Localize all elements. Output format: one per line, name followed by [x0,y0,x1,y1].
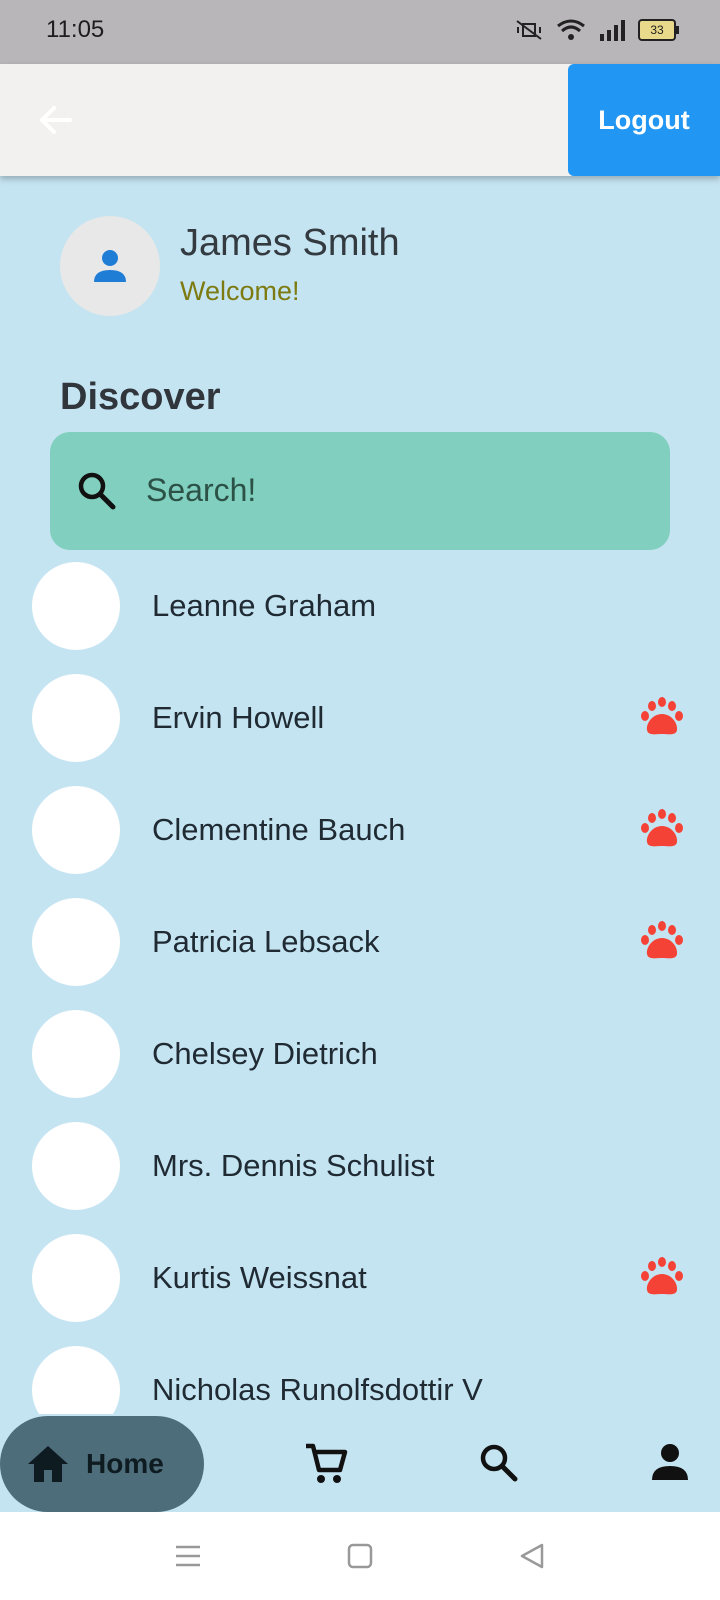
list-item[interactable]: Clementine Bauch [0,784,720,896]
nav-home-label: Home [86,1448,164,1479]
wifi-icon [557,19,585,40]
signal-icon [600,20,625,41]
search-icon [480,1444,518,1482]
home-icon [28,1446,68,1482]
user-list: Leanne Graham Ervin Howell Clementine Ba… [0,560,720,1456]
nav-home-button[interactable]: Home [0,1416,204,1512]
list-item[interactable]: Chelsey Dietrich [0,1008,720,1120]
status-time: 11:05 [46,16,105,43]
mute-vibrate-icon [516,20,542,40]
user-name: Patricia Lebsack [152,924,380,959]
list-item[interactable]: Patricia Lebsack [0,896,720,1008]
person-icon [94,250,126,282]
paw-icon [641,921,683,959]
nav-profile-button[interactable] [650,1442,690,1487]
avatar [32,1010,120,1098]
avatar [32,786,120,874]
profile-icon [652,1444,688,1480]
back-button[interactable] [34,98,78,142]
profile-name: James Smith [180,222,400,264]
user-name: Leanne Graham [152,588,377,623]
user-name: Mrs. Dennis Schulist [152,1148,435,1183]
avatar [32,562,120,650]
user-name: Nicholas Runolfsdottir V [152,1372,483,1407]
status-bar: 11:05 33 [0,0,720,64]
user-name: Kurtis Weissnat [152,1260,367,1295]
avatar [32,674,120,762]
profile-greeting: Welcome! [180,276,300,306]
status-icons: 33 [514,18,679,42]
home-square-icon[interactable] [346,1542,374,1570]
system-navigation-bar [0,1512,720,1600]
search-icon [78,472,116,510]
avatar [60,216,160,316]
avatar [32,898,120,986]
search-placeholder: Search! [146,472,257,508]
logout-button[interactable]: Logout [568,64,720,176]
section-title: Discover [60,376,221,418]
nav-search-button[interactable] [478,1442,520,1489]
battery-icon: 33 [638,19,679,41]
nav-cart-button[interactable] [304,1442,348,1491]
cart-icon [306,1443,348,1483]
user-name: Chelsey Dietrich [152,1036,378,1071]
paw-icon [641,697,683,735]
search-input[interactable]: Search! [50,432,670,550]
paw-icon [641,1257,683,1295]
list-item[interactable]: Leanne Graham [0,560,720,672]
paw-icon [641,809,683,847]
back-arrow-icon [40,106,72,134]
avatar [32,1122,120,1210]
menu-icon[interactable] [174,1542,202,1570]
back-triangle-icon[interactable] [518,1542,546,1570]
user-name: Ervin Howell [152,700,325,735]
app-bar: Logout [0,64,720,176]
list-item[interactable]: Ervin Howell [0,672,720,784]
list-item[interactable]: Mrs. Dennis Schulist [0,1120,720,1232]
user-name: Clementine Bauch [152,812,406,847]
avatar [32,1234,120,1322]
bottom-navigation: Home [0,1414,720,1512]
list-item[interactable]: Kurtis Weissnat [0,1232,720,1344]
